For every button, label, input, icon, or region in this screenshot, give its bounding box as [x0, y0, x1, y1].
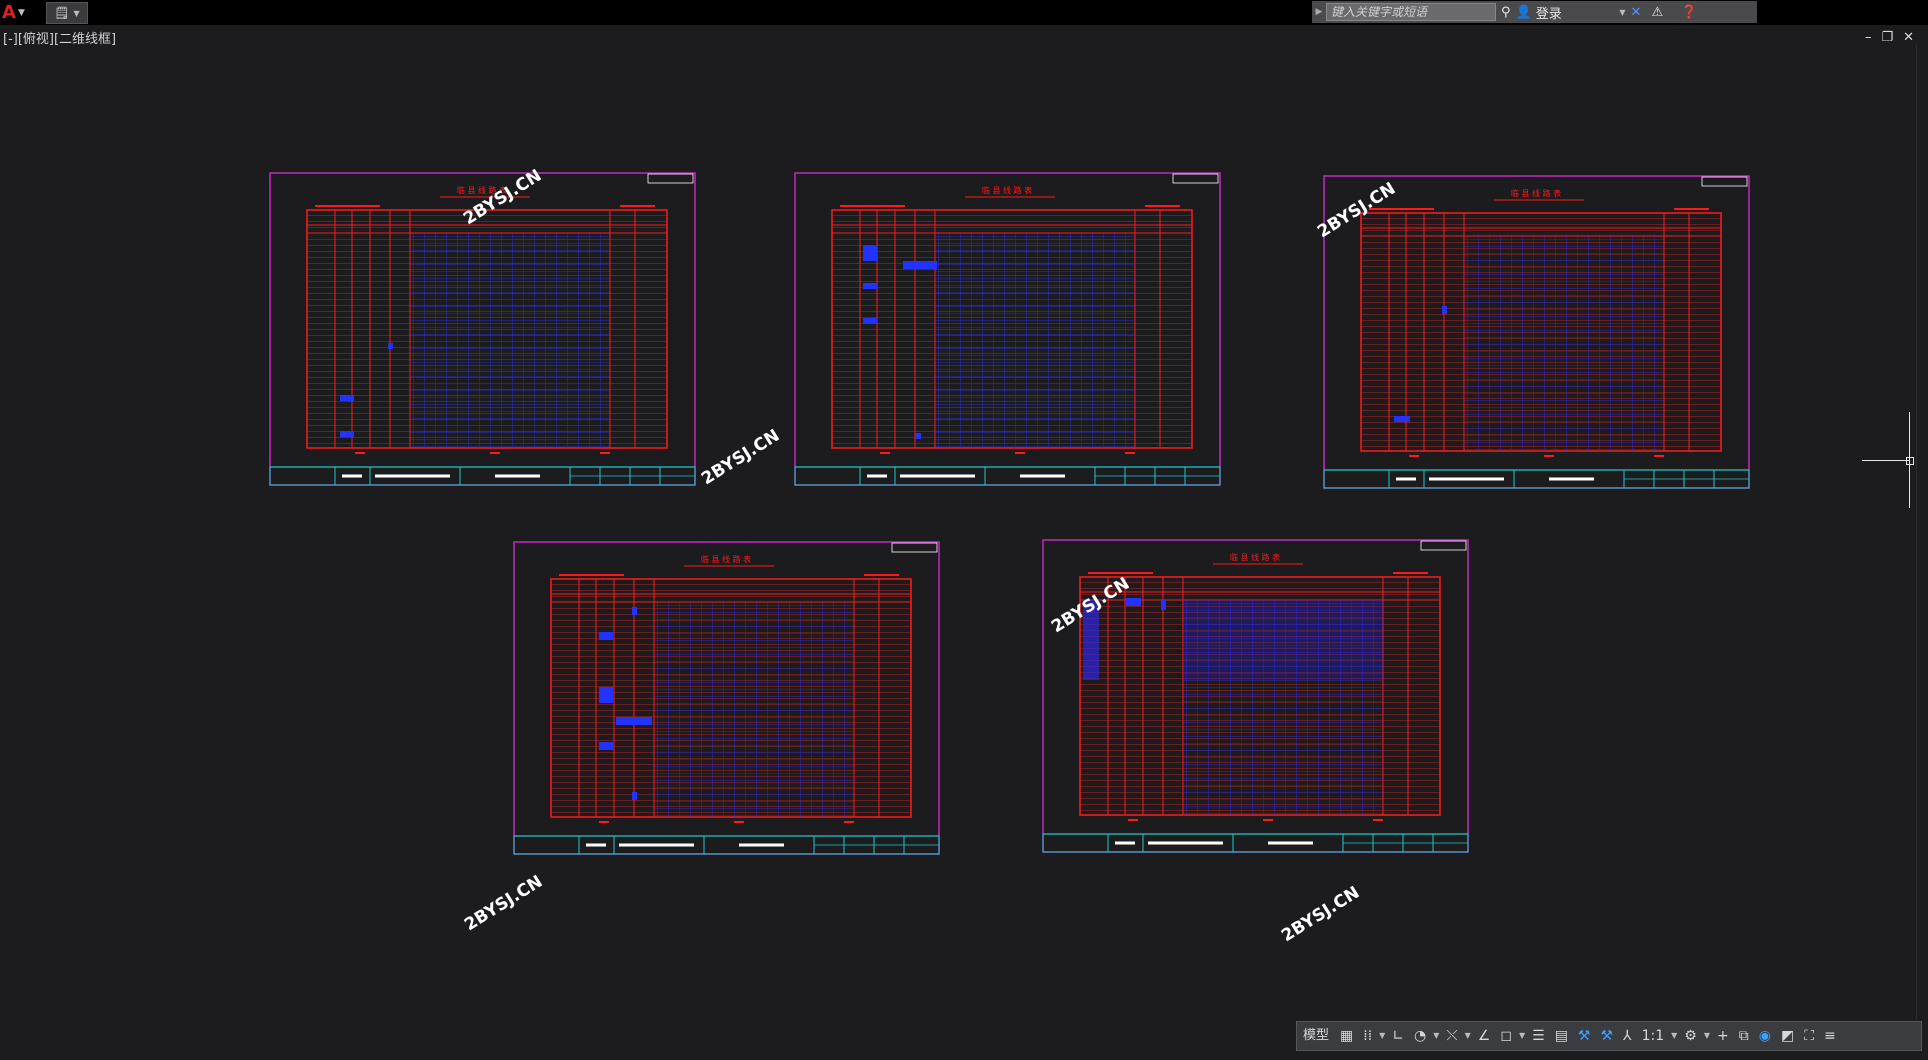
chevron-down-icon[interactable]: ▼: [1463, 1022, 1473, 1050]
sheet-title: 临 县 线 路 表: [1511, 188, 1561, 198]
sheet-title: 临 县 线 路 表: [1230, 552, 1280, 562]
ortho-icon[interactable]: ∟: [1387, 1022, 1409, 1050]
chevron-down-icon: ▼: [17, 7, 25, 18]
transparency-icon[interactable]: ▤: [1550, 1022, 1573, 1050]
drawing-canvas[interactable]: 临 县 线 路 表 临 县 线 路 表 临 县 线 路 表 临 县 线 路 表 …: [0, 45, 1916, 1020]
expand-search-icon[interactable]: ▶: [1312, 7, 1326, 17]
annotation-scale-icon[interactable]: ⅄: [1618, 1022, 1637, 1050]
autocad-logo-icon: A: [2, 2, 16, 23]
restore-icon[interactable]: ❐: [1881, 30, 1893, 45]
pickbox: [1906, 457, 1914, 465]
model-space-button[interactable]: 模型: [1297, 1022, 1335, 1050]
annotation-monitor-icon[interactable]: +: [1712, 1022, 1734, 1050]
exchange-apps-icon[interactable]: ✕: [1626, 5, 1647, 20]
viewport-window-controls: – ❐ ✕: [1865, 30, 1914, 45]
chevron-down-icon[interactable]: ▼: [1702, 1022, 1712, 1050]
isolate-objects-icon[interactable]: ◉: [1754, 1022, 1776, 1050]
workspace-icon: 🗒: [54, 6, 70, 20]
object-snap-tracking-icon[interactable]: ∠: [1473, 1022, 1496, 1050]
lineweight-icon[interactable]: ☰: [1527, 1022, 1550, 1050]
chevron-down-icon[interactable]: ▼: [1669, 1022, 1679, 1050]
watermark: 2BYSJ.CN: [461, 872, 546, 936]
drawing-sheet-3[interactable]: 临 县 线 路 表: [1322, 174, 1751, 490]
chevron-down-icon[interactable]: ▼: [1377, 1022, 1387, 1050]
user-icon: 👤: [1515, 4, 1532, 20]
chevron-down-icon: ▼: [73, 8, 80, 18]
stay-connected-icon[interactable]: ⚠: [1646, 5, 1668, 20]
polar-tracking-icon[interactable]: ◔: [1409, 1022, 1431, 1050]
vertical-scrollbar[interactable]: [1916, 45, 1928, 1020]
status-bar-tray: 模型 ▦ ⁞⁞ ▼ ∟ ◔ ▼ ⤬ ▼ ∠ ◻ ▼ ☰ ▤ ⚒ ⚒ ⅄ 1:1 …: [1296, 1021, 1922, 1051]
quick-access-toolbar[interactable]: 🗒 ▼: [46, 2, 88, 24]
hardware-acceleration-icon[interactable]: ◩: [1776, 1022, 1799, 1050]
binoculars-icon[interactable]: ⚲: [1496, 5, 1516, 20]
minimize-icon[interactable]: –: [1865, 30, 1872, 45]
chevron-down-icon[interactable]: ▼: [1431, 1022, 1441, 1050]
watermark: 2BYSJ.CN: [1278, 883, 1363, 947]
chevron-down-icon[interactable]: ▼: [1517, 1022, 1527, 1050]
drawing-sheet-4[interactable]: 临 县 线 路 表: [512, 540, 941, 856]
application-menu-button[interactable]: A ▼: [2, 2, 40, 23]
close-icon[interactable]: ✕: [1903, 30, 1914, 45]
login-button[interactable]: 👤 登录 ▼: [1516, 3, 1626, 22]
info-center: ▶ 键入关键字或短语 ⚲ 👤 登录 ▼ ✕ ⚠ ❓: [1312, 1, 1757, 23]
workspace-switching-icon[interactable]: ⚙: [1679, 1022, 1702, 1050]
grid-icon[interactable]: ▦: [1335, 1022, 1358, 1050]
annotation-scale-value[interactable]: 1:1: [1637, 1022, 1670, 1050]
sheet-title: 临 县 线 路 表: [701, 554, 751, 564]
sheet-title: 临 县 线 路 表: [982, 185, 1032, 195]
annotation-visibility-icon[interactable]: ⚒: [1573, 1022, 1596, 1050]
drawing-sheet-2[interactable]: 临 县 线 路 表: [793, 171, 1222, 487]
help-icon[interactable]: ❓: [1676, 5, 1702, 20]
units-icon[interactable]: ⧉: [1734, 1022, 1754, 1050]
auto-scale-icon[interactable]: ⚒: [1595, 1022, 1618, 1050]
watermark: 2BYSJ.CN: [698, 426, 783, 490]
clean-screen-icon[interactable]: ⛶: [1799, 1022, 1819, 1050]
title-bar: A ▼ 🗒 ▼ ▶ 键入关键字或短语 ⚲ 👤 登录 ▼ ✕ ⚠ ❓: [0, 0, 1928, 25]
isometric-drafting-icon[interactable]: ⤬: [1441, 1022, 1462, 1050]
login-label: 登录: [1535, 6, 1562, 22]
crosshair-cursor: [1862, 460, 1910, 461]
object-snap-icon[interactable]: ◻: [1495, 1022, 1517, 1050]
search-input[interactable]: 键入关键字或短语: [1326, 3, 1496, 21]
snap-mode-icon[interactable]: ⁞⁞: [1358, 1022, 1377, 1050]
customization-menu-icon[interactable]: ≡: [1819, 1022, 1841, 1050]
